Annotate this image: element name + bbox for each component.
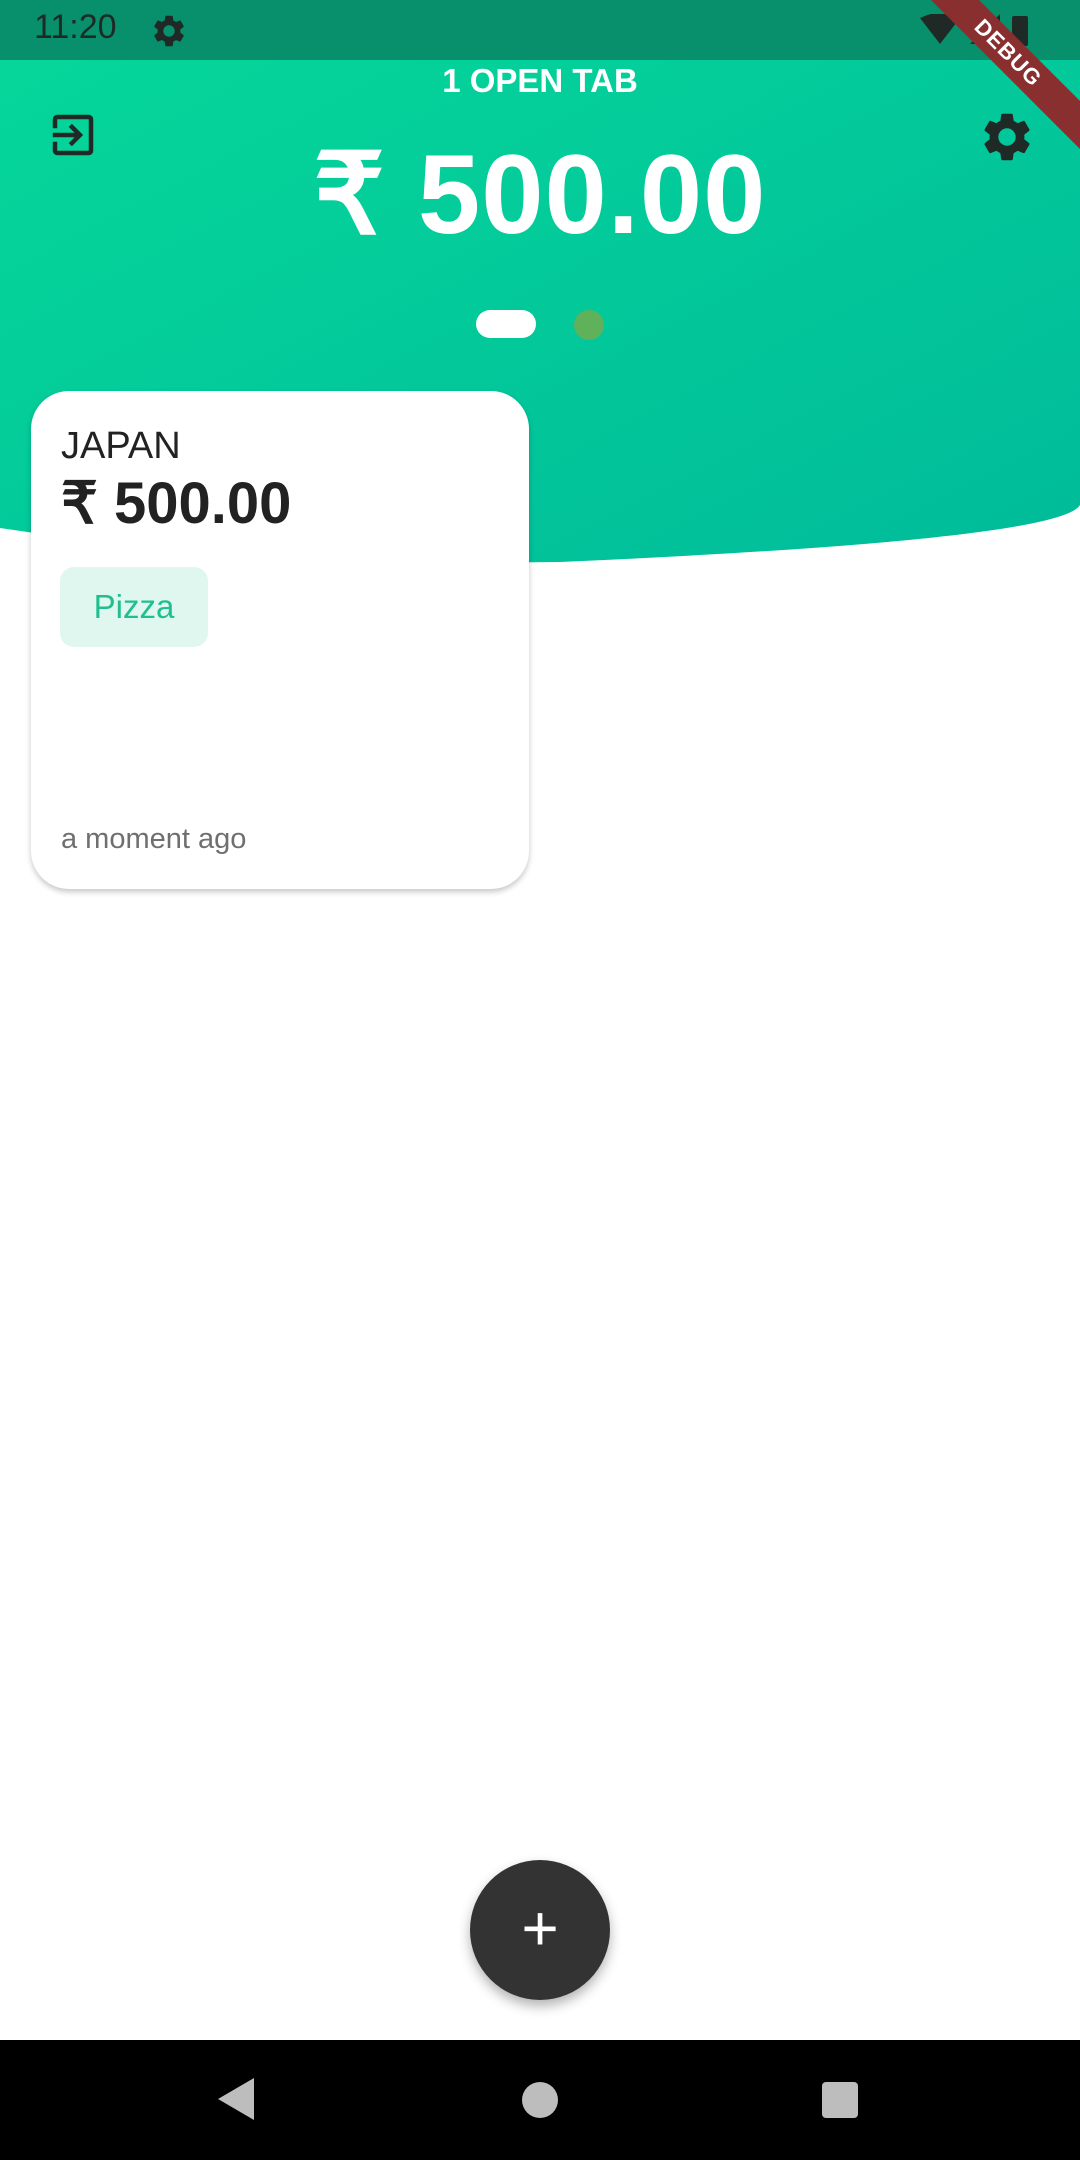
tab-amount: ₹ 500.00 xyxy=(61,471,292,536)
battery-icon xyxy=(1012,16,1028,46)
tab-timestamp: a moment ago xyxy=(61,823,247,855)
wifi-icon xyxy=(920,14,960,44)
settings-status-icon xyxy=(154,15,184,47)
add-tab-button[interactable]: + xyxy=(470,1860,610,2000)
page-indicator-active[interactable] xyxy=(476,310,536,338)
tab-card[interactable]: JAPAN ₹ 500.00 Pizza a moment ago xyxy=(31,391,529,889)
page-indicator xyxy=(0,308,1080,344)
navigation-bar xyxy=(0,2040,1080,2160)
home-icon[interactable] xyxy=(522,2082,558,2118)
tab-item-tag: Pizza xyxy=(60,567,208,647)
status-icons xyxy=(920,14,1028,46)
total-amount: ₹ 500.00 xyxy=(313,132,767,257)
tab-name: JAPAN xyxy=(61,425,181,467)
page-indicator-inactive[interactable] xyxy=(574,310,604,340)
open-tabs-count: 1 OPEN TAB xyxy=(442,62,638,99)
back-icon[interactable] xyxy=(216,2076,256,2122)
status-time: 11:20 xyxy=(34,8,117,46)
signal-icon xyxy=(970,14,1000,44)
status-bar: 11:20 xyxy=(0,0,1080,60)
recents-icon[interactable] xyxy=(822,2082,858,2118)
